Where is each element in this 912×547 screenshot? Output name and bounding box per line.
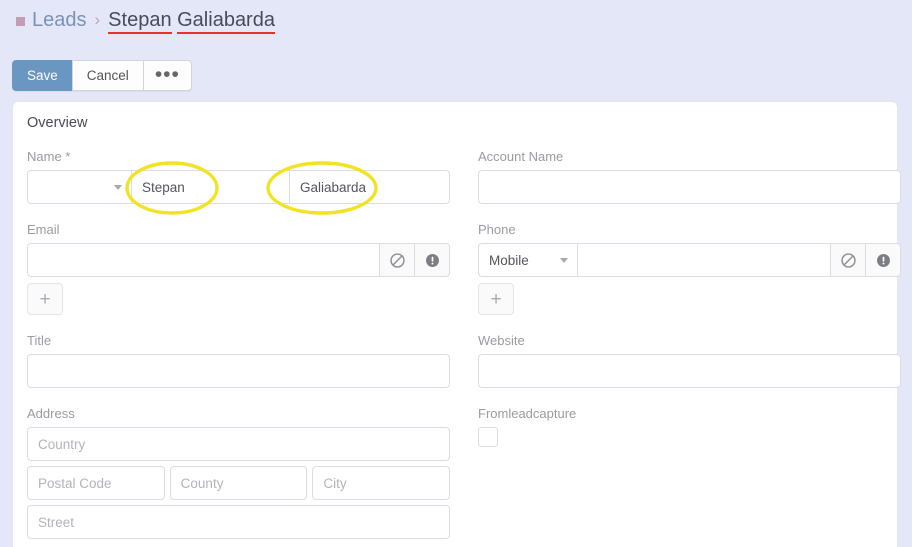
- website-label: Website: [478, 333, 525, 348]
- email-input-group: [27, 243, 450, 277]
- salutation-select[interactable]: [27, 170, 132, 204]
- page-title-last: Galiabarda: [177, 9, 275, 34]
- lead-form: Name * Account Name Email: [13, 149, 901, 539]
- save-button[interactable]: Save: [12, 60, 73, 91]
- field-email: Email +: [27, 222, 450, 315]
- email-opt-out-button[interactable]: [379, 243, 415, 277]
- first-name-input[interactable]: [131, 170, 290, 204]
- field-phone: Phone Mobile +: [478, 222, 901, 315]
- phone-invalid-button[interactable]: [865, 243, 901, 277]
- email-label: Email: [27, 222, 60, 237]
- account-name-label: Account Name: [478, 149, 564, 164]
- add-email-button[interactable]: +: [27, 283, 63, 315]
- breadcrumb-parent-link[interactable]: Leads: [32, 6, 87, 34]
- ellipsis-icon: •••: [154, 63, 180, 87]
- overview-panel: Overview Name * Account Name: [12, 101, 901, 547]
- field-account-name: Account Name: [478, 149, 901, 204]
- address-street-input[interactable]: [27, 505, 450, 539]
- address-label: Address: [27, 406, 75, 421]
- field-title: Title: [27, 333, 450, 388]
- circle-slash-icon: [389, 252, 405, 268]
- chevron-right-icon: ›: [94, 10, 101, 29]
- overview-panel-title: Overview: [27, 115, 88, 131]
- phone-opt-out-button[interactable]: [830, 243, 866, 277]
- email-invalid-button[interactable]: [414, 243, 450, 277]
- add-phone-button[interactable]: +: [478, 283, 514, 315]
- field-website: Website: [478, 333, 901, 388]
- phone-input[interactable]: [577, 243, 831, 277]
- title-label: Title: [27, 333, 52, 348]
- title-input[interactable]: [27, 354, 450, 388]
- cancel-button[interactable]: Cancel: [71, 60, 144, 91]
- field-name: Name *: [27, 149, 450, 204]
- last-name-input[interactable]: [289, 170, 450, 204]
- address-county-input[interactable]: [169, 466, 308, 500]
- field-address: Address: [27, 406, 451, 539]
- field-fromleadcapture: Fromleadcapture: [478, 406, 901, 539]
- account-name-input[interactable]: [478, 170, 901, 204]
- breadcrumb: Leads › Stepan Galiabarda: [16, 6, 275, 34]
- chevron-down-icon: [560, 258, 568, 263]
- exclamation-circle-icon: [425, 253, 439, 267]
- form-row-contact: Email + Phone Mobile +: [27, 222, 901, 315]
- form-row-address: Address Fromleadcapture: [27, 406, 883, 539]
- circle-slash-icon: [840, 252, 856, 268]
- address-inputs: [27, 427, 451, 539]
- chevron-down-icon: [114, 185, 122, 190]
- record-toolbar: Save Cancel •••: [12, 60, 192, 91]
- phone-input-group: Mobile: [478, 243, 901, 277]
- phone-type-select[interactable]: Mobile: [478, 243, 578, 277]
- form-row-title-website: Title Website: [27, 333, 901, 388]
- fromleadcapture-checkbox[interactable]: [478, 427, 498, 447]
- exclamation-circle-icon: [876, 253, 890, 267]
- name-label: Name *: [27, 149, 71, 164]
- address-postal-code-input[interactable]: [27, 466, 165, 500]
- leads-square-icon: [16, 16, 25, 26]
- address-triple-row: [27, 466, 451, 500]
- phone-label: Phone: [478, 222, 516, 237]
- more-actions-button[interactable]: •••: [142, 60, 192, 91]
- website-input[interactable]: [478, 354, 901, 388]
- page-title: Stepan Galiabarda: [108, 6, 275, 34]
- fromleadcapture-label: Fromleadcapture: [478, 406, 577, 421]
- address-city-input[interactable]: [312, 466, 451, 500]
- phone-type-value: Mobile: [489, 252, 529, 268]
- form-row-name: Name * Account Name: [27, 149, 901, 204]
- email-input[interactable]: [27, 243, 380, 277]
- page-title-first: Stepan: [108, 9, 172, 34]
- address-country-input[interactable]: [27, 427, 450, 461]
- name-inputs: [27, 170, 450, 204]
